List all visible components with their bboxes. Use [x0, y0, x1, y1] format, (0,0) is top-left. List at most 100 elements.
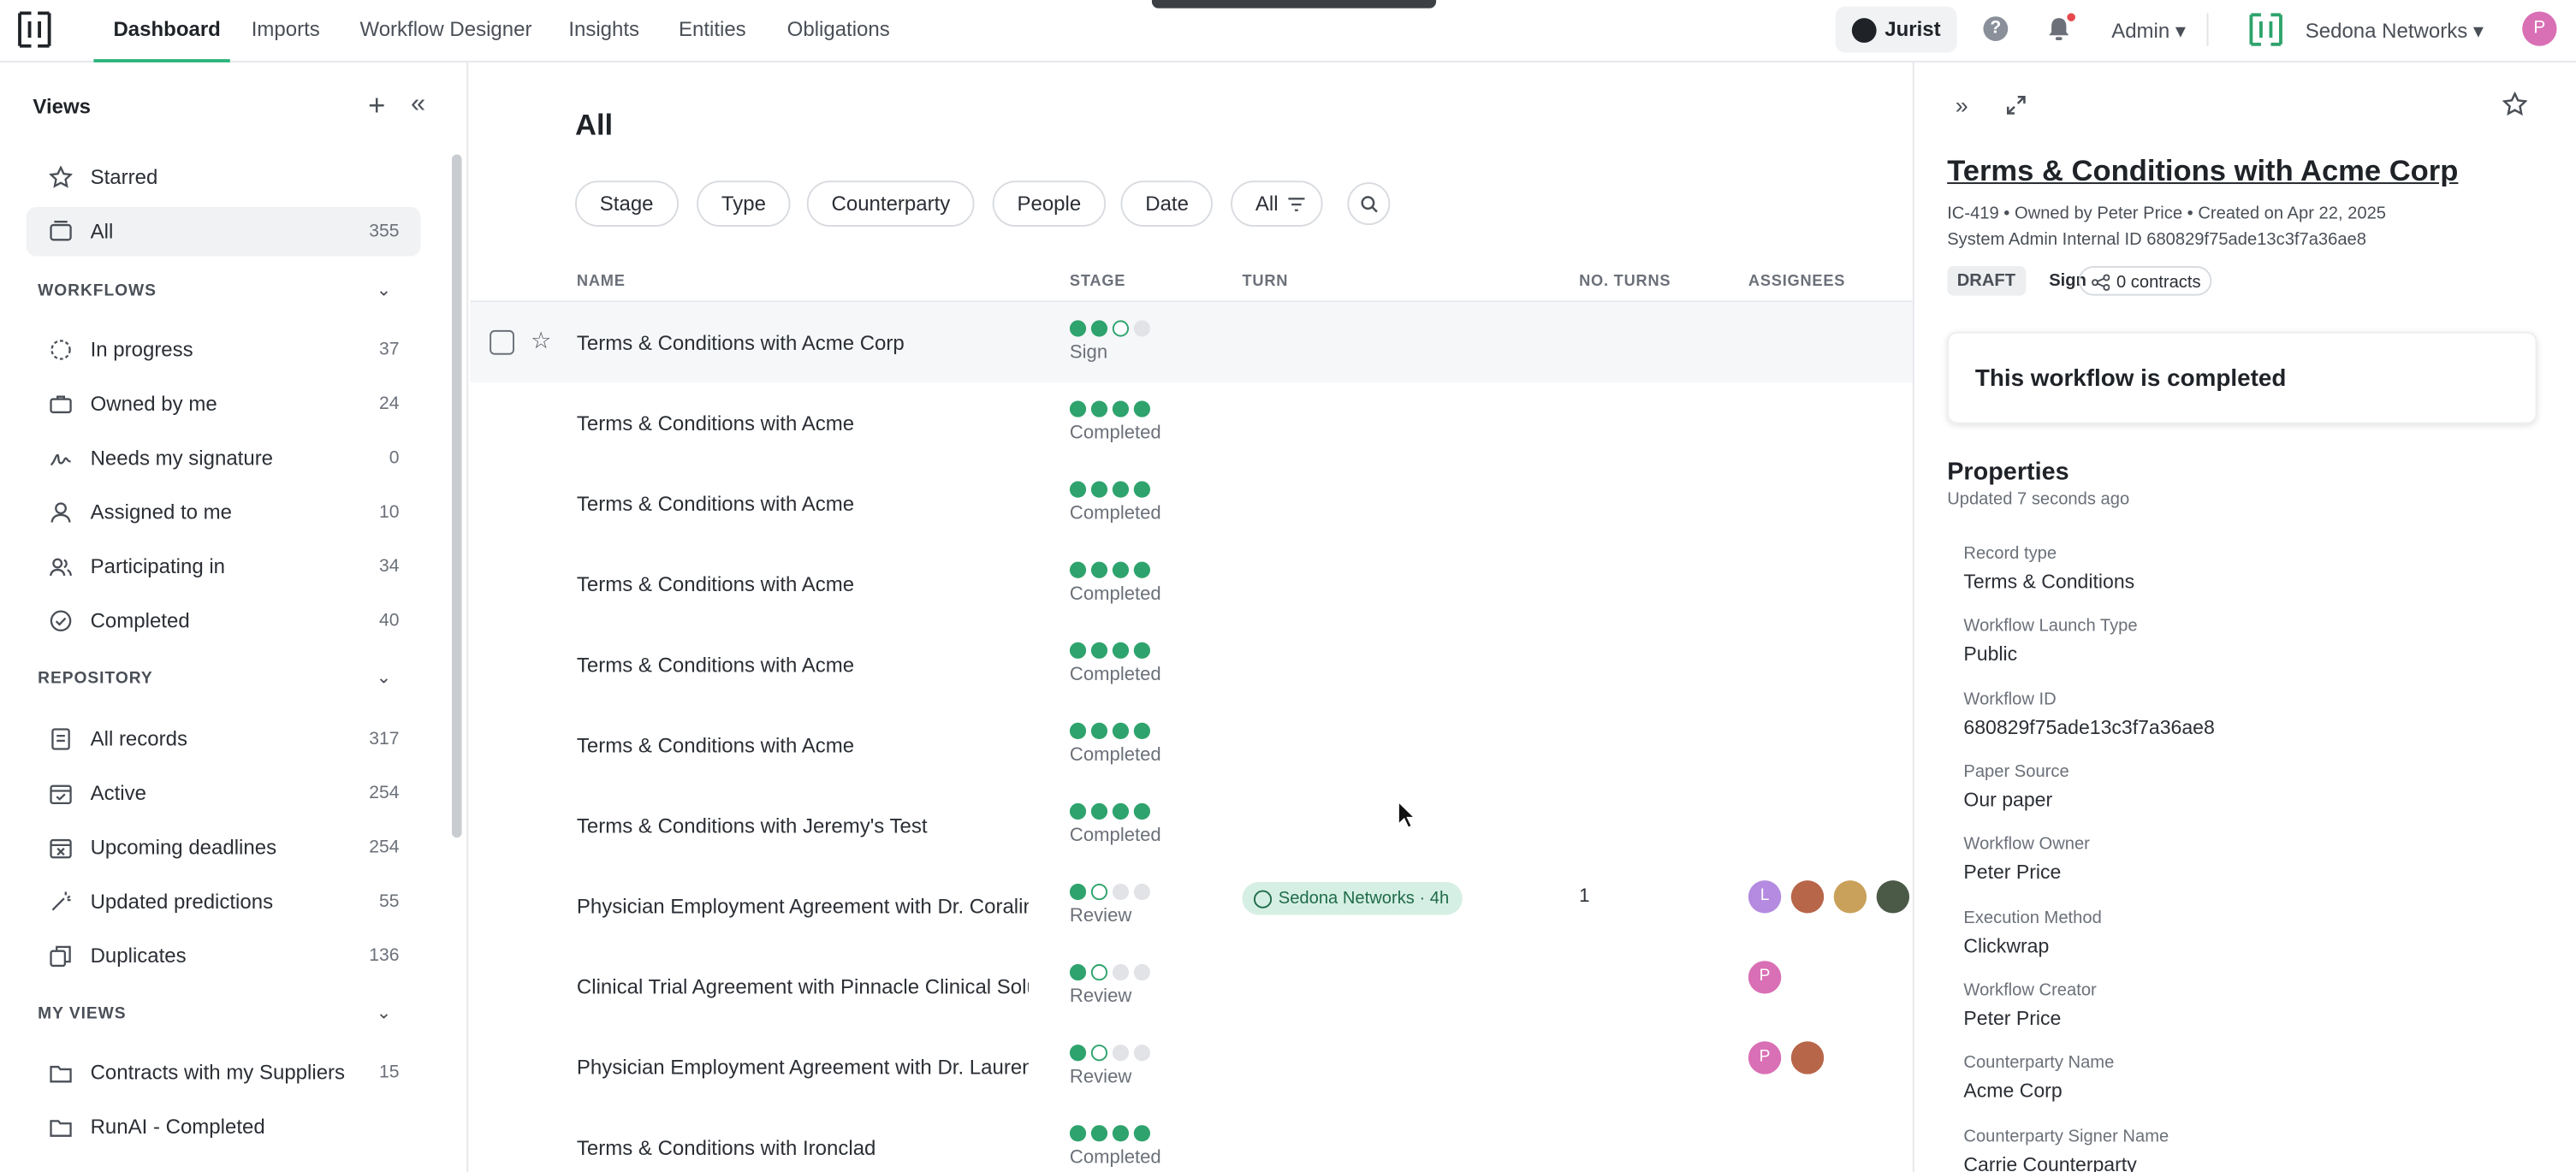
- row-name[interactable]: Terms & Conditions with Acme: [577, 493, 1029, 516]
- row-name[interactable]: Terms & Conditions with Acme: [577, 573, 1029, 596]
- sidebar-item-needs-my-signature[interactable]: Needs my signature 0: [27, 434, 421, 483]
- search-button[interactable]: [1347, 182, 1391, 226]
- row-checkbox[interactable]: [490, 329, 514, 355]
- close-panel-icon[interactable]: »: [1956, 92, 1968, 119]
- row-name[interactable]: Terms & Conditions with Acme: [577, 654, 1029, 677]
- column-header-stage[interactable]: STAGE: [1070, 273, 1125, 291]
- sidebar-item-duplicates[interactable]: Duplicates 136: [27, 932, 421, 981]
- sidebar-item-count: 37: [379, 340, 400, 360]
- filter-all[interactable]: All: [1231, 181, 1323, 227]
- table-row[interactable]: Physician Employment Agreement with Dr. …: [470, 866, 1913, 946]
- tab-imports[interactable]: Imports: [252, 18, 320, 41]
- row-name[interactable]: Physician Employment Agreement with Dr. …: [577, 1057, 1029, 1080]
- table-row[interactable]: Terms & Conditions with Acme Completed: [470, 382, 1913, 463]
- property-value[interactable]: Clickwrap: [1963, 934, 2049, 957]
- table-row[interactable]: ☆ Terms & Conditions with Acme Corp Sign: [470, 302, 1913, 383]
- chevron-down-icon[interactable]: ⌄: [377, 1002, 392, 1023]
- assignee-avatar[interactable]: [1790, 1041, 1825, 1074]
- table-row[interactable]: Clinical Trial Agreement with Pinnacle C…: [470, 946, 1913, 1027]
- table-row[interactable]: Terms & Conditions with Ironclad Complet…: [470, 1107, 1913, 1172]
- sidebar-item-active[interactable]: Active 254: [27, 769, 421, 819]
- sidebar-item-contracts-with-my-suppliers[interactable]: Contracts with my Suppliers 15: [27, 1048, 421, 1098]
- app-logo-icon[interactable]: [16, 10, 52, 50]
- sidebar-item-upcoming-deadlines[interactable]: Upcoming deadlines 254: [27, 823, 421, 873]
- row-name[interactable]: Terms & Conditions with Acme: [577, 412, 1029, 435]
- collapse-sidebar-icon[interactable]: «: [411, 91, 425, 121]
- sidebar-item-all[interactable]: All 355: [26, 206, 421, 257]
- sidebar-item-runai-completed[interactable]: RunAI - Completed: [27, 1102, 421, 1151]
- contracts-link[interactable]: 0 contracts: [2078, 266, 2213, 296]
- admin-menu[interactable]: Admin ▾: [2111, 18, 2186, 43]
- notification-bell-icon[interactable]: [2047, 16, 2070, 41]
- org-switcher[interactable]: Sedona Networks ▾: [2306, 18, 2484, 43]
- property-value[interactable]: Terms & Conditions: [1963, 570, 2134, 593]
- column-header-assignees[interactable]: ASSIGNEES: [1748, 273, 1845, 291]
- tab-insights[interactable]: Insights: [568, 18, 639, 41]
- assignee-avatar[interactable]: L: [1748, 880, 1782, 914]
- sidebar-scrollbar[interactable]: [452, 154, 462, 838]
- help-icon[interactable]: ?: [1983, 16, 2009, 41]
- row-name[interactable]: Terms & Conditions with Acme: [577, 734, 1029, 757]
- row-name[interactable]: Terms & Conditions with Ironclad: [577, 1137, 1029, 1160]
- sidebar-item-in-progress[interactable]: In progress 37: [27, 325, 421, 375]
- row-stage: Review: [1069, 906, 1132, 926]
- sidebar-item-owned-by-me[interactable]: Owned by me 24: [27, 380, 421, 429]
- tab-obligations[interactable]: Obligations: [787, 18, 890, 41]
- star-icon[interactable]: ☆: [531, 327, 551, 355]
- assignee-avatar[interactable]: P: [1748, 1041, 1782, 1074]
- column-header-name[interactable]: NAME: [577, 273, 626, 291]
- tab-workflow-designer[interactable]: Workflow Designer: [359, 18, 531, 41]
- sidebar-item-label: In progress: [90, 338, 193, 362]
- row-name[interactable]: Clinical Trial Agreement with Pinnacle C…: [577, 975, 1029, 998]
- table-row[interactable]: Terms & Conditions with Acme Completed: [470, 544, 1913, 624]
- sidebar-item-starred[interactable]: Starred: [27, 153, 421, 203]
- property-value[interactable]: Carrie Counterparty: [1963, 1153, 2136, 1172]
- property-value[interactable]: 680829f75ade13c3f7a36ae8: [1963, 716, 2214, 739]
- column-header-no-turns[interactable]: NO. TURNS: [1579, 273, 1671, 291]
- sidebar-item-completed[interactable]: Completed 40: [27, 596, 421, 646]
- assignee-avatar[interactable]: [1790, 880, 1825, 914]
- sidebar-item-all-records[interactable]: All records 317: [27, 714, 421, 764]
- row-name[interactable]: Terms & Conditions with Acme Corp: [577, 332, 1029, 355]
- property-value[interactable]: Public: [1963, 642, 2017, 666]
- views-title: Views: [33, 95, 92, 119]
- property-value[interactable]: Peter Price: [1963, 861, 2061, 884]
- table-row[interactable]: Terms & Conditions with Acme Completed: [470, 624, 1913, 705]
- sidebar-item-participating-in[interactable]: Participating in 34: [27, 542, 421, 592]
- add-view-icon[interactable]: +: [368, 91, 385, 121]
- turn-badge: Sedona Networks · 4h: [1242, 882, 1463, 915]
- row-name[interactable]: Physician Employment Agreement with Dr. …: [577, 895, 1029, 918]
- column-header-turn[interactable]: TURN: [1243, 273, 1289, 291]
- record-title[interactable]: Terms & Conditions with Acme Corp: [1947, 154, 2458, 188]
- jurist-button[interactable]: Jurist: [1835, 6, 1957, 53]
- user-avatar[interactable]: P: [2522, 11, 2557, 46]
- filter-stage[interactable]: Stage: [575, 181, 679, 227]
- chevron-down-icon[interactable]: ⌄: [377, 279, 392, 300]
- table-row[interactable]: Terms & Conditions with Acme Completed: [470, 463, 1913, 543]
- table-row[interactable]: Terms & Conditions with Jeremy's Test Co…: [470, 785, 1913, 866]
- property-value[interactable]: Acme Corp: [1963, 1079, 2062, 1102]
- tab-entities[interactable]: Entities: [679, 18, 746, 41]
- property-value[interactable]: Peter Price: [1963, 1007, 2061, 1030]
- sidebar-item-label: Active: [90, 781, 146, 805]
- assignee-avatar[interactable]: [1833, 880, 1867, 914]
- assignee-avatar[interactable]: [1876, 880, 1910, 914]
- sidebar-item-label: Upcoming deadlines: [90, 836, 277, 860]
- row-name[interactable]: Terms & Conditions with Jeremy's Test: [577, 814, 1029, 838]
- star-icon[interactable]: [2502, 92, 2527, 117]
- property-value[interactable]: Our paper: [1963, 789, 2052, 812]
- filter-date[interactable]: Date: [1120, 181, 1214, 227]
- sidebar-item-assigned-to-me[interactable]: Assigned to me 10: [27, 488, 421, 537]
- filter-people[interactable]: People: [992, 181, 1107, 227]
- table-row[interactable]: Terms & Conditions with Acme Completed: [470, 705, 1913, 785]
- record-meta: IC-419 • Owned by Peter Price • Created …: [1947, 204, 2387, 224]
- filter-counterparty[interactable]: Counterparty: [806, 181, 976, 227]
- filter-type[interactable]: Type: [697, 181, 791, 227]
- expand-icon[interactable]: [2006, 95, 2026, 115]
- tab-dashboard[interactable]: Dashboard: [113, 18, 220, 41]
- sidebar-item-count: 317: [369, 729, 400, 749]
- table-row[interactable]: Physician Employment Agreement with Dr. …: [470, 1027, 1913, 1107]
- assignee-avatar[interactable]: P: [1748, 961, 1782, 994]
- sidebar-item-updated-predictions[interactable]: Updated predictions 55: [27, 877, 421, 926]
- chevron-down-icon[interactable]: ⌄: [377, 667, 392, 688]
